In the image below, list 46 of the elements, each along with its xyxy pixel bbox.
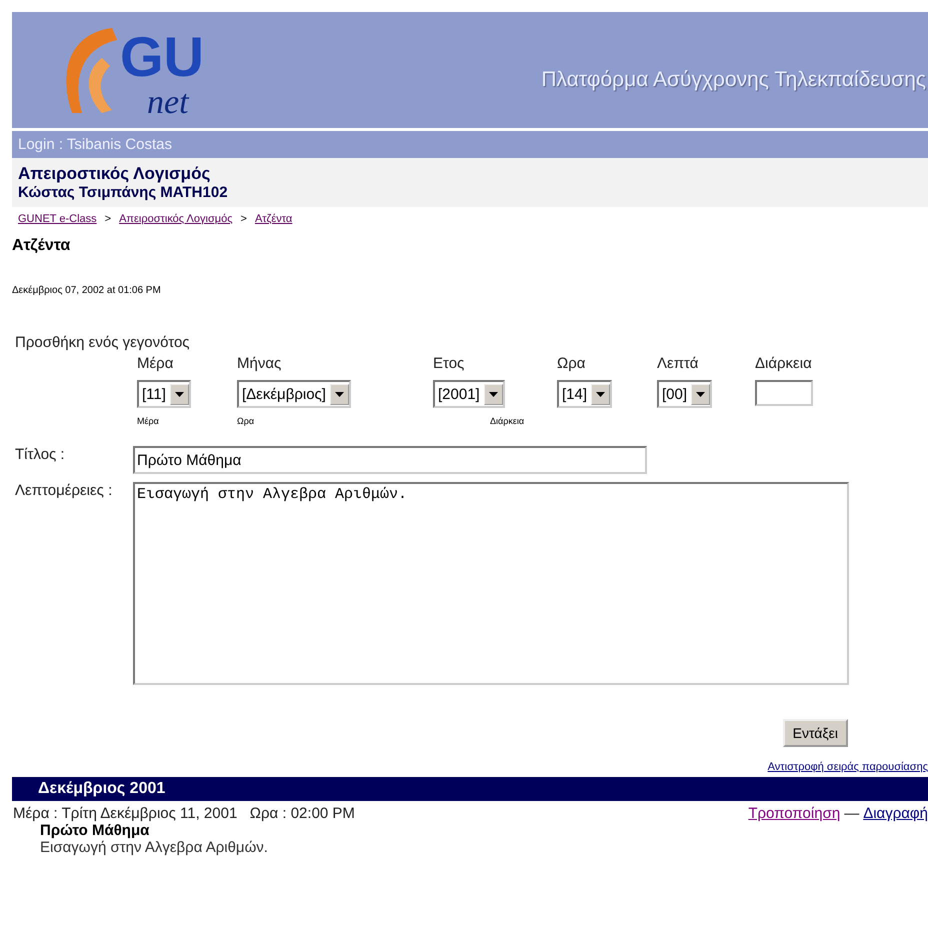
dropdown-arrow-icon	[488, 392, 498, 396]
breadcrumb-link[interactable]: GUNET e-Class	[18, 213, 97, 225]
input-field[interactable]	[755, 380, 813, 406]
submit-button[interactable]: Εντάξει	[782, 719, 848, 747]
select-field[interactable]: [11]	[137, 380, 191, 408]
form-heading: Προσθήκη ενός γεγονότος	[15, 334, 191, 351]
dropdown-arrow-icon	[696, 392, 706, 396]
course-subtitle: Κώστας Τσιμπάνης MATH102	[18, 184, 229, 201]
month-bar: Δεκέμβριος 2001	[12, 777, 928, 801]
title-input[interactable]: Πρώτο Μάθημα	[133, 446, 647, 474]
event-date: Μέρα : Τρίτη Δεκέμβριος 11, 2001 Ωρα : 02:00 PM	[13, 805, 355, 822]
field-label: Λεπτά	[657, 355, 700, 372]
field-hint: Ωρα	[237, 416, 256, 426]
reverse-order-link[interactable]: Αντιστροφή σειράς παρουσίασης	[768, 761, 928, 773]
link-separator: —	[844, 805, 860, 822]
edit-link[interactable]: Τροποποίηση	[748, 805, 840, 822]
field-hint: Μέρα	[137, 416, 160, 426]
timestamp: Δεκέμβριος 07, 2002 at 01:06 PM	[12, 285, 162, 296]
event-details: Εισαγωγή στην Αλγεβρα Αριθμών.	[40, 839, 269, 856]
login-text: Login : Tsibanis Costas	[18, 136, 172, 153]
tagline: Πλατφόρμα Ασύγχρονης Τηλεκπαίδευσης	[541, 68, 926, 92]
title-label: Τίτλος :	[15, 446, 66, 463]
field-hint: Διάρκεια	[490, 416, 526, 426]
dropdown-arrow-icon	[334, 392, 344, 396]
details-label: Λεπτομέρειες :	[15, 482, 114, 499]
field-label: Ωρα	[557, 355, 586, 372]
dropdown-arrow-icon	[174, 392, 184, 396]
field-label: Ετος	[433, 355, 466, 372]
field-label: Διάρκεια	[755, 355, 813, 372]
event-title: Πρώτο Μάθημα	[40, 822, 150, 839]
breadcrumb-link[interactable]: Ατζέντα	[254, 213, 292, 225]
course-title: Απειροστικός Λογισμός	[18, 164, 212, 184]
page-title: Ατζέντα	[12, 237, 72, 255]
select-field[interactable]: [Δεκέμβριος]	[237, 380, 351, 408]
select-field[interactable]: [00]	[657, 380, 712, 408]
details-textarea[interactable]: Εισαγωγή στην Αλγεβρα Αριθμών.	[133, 482, 849, 685]
breadcrumb-separator: >	[104, 213, 112, 225]
breadcrumb-link[interactable]: Απειροστικός Λογισμός	[119, 213, 233, 225]
field-label: Μέρα	[137, 355, 174, 372]
dropdown-arrow-icon	[596, 392, 606, 396]
select-field[interactable]: [2001]	[433, 380, 505, 408]
field-label: Μήνας	[237, 355, 282, 372]
select-field[interactable]: [14]	[557, 380, 612, 408]
delete-link[interactable]: Διαγραφή	[863, 805, 928, 822]
logo: GU net	[42, 18, 242, 122]
breadcrumb-separator: >	[240, 213, 247, 225]
